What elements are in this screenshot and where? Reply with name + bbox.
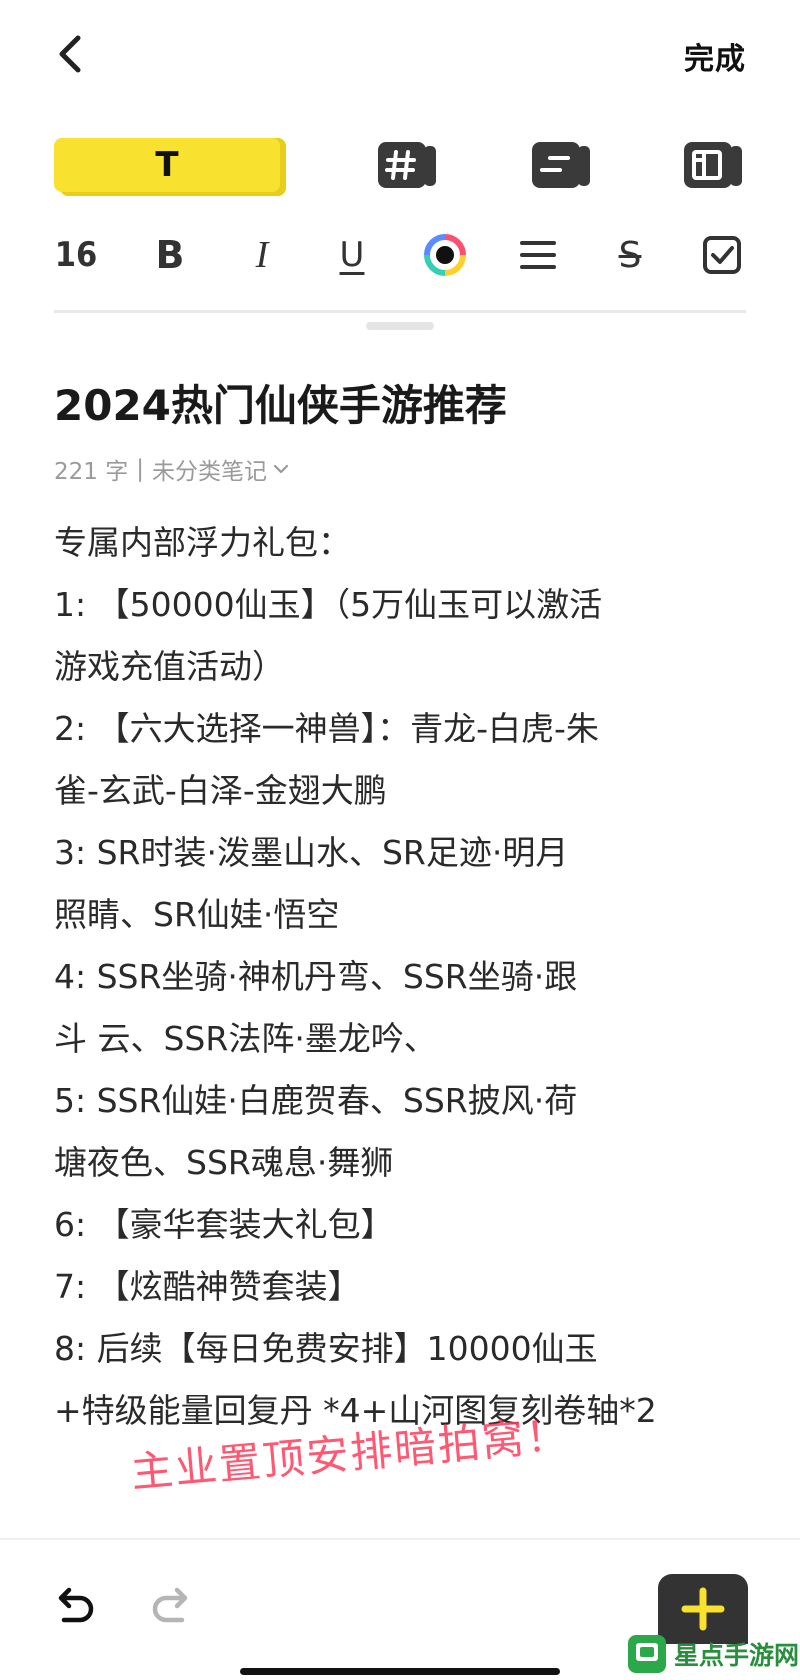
word-count: 221 字 [54,459,129,485]
redo-button[interactable] [150,1584,194,1628]
back-icon [59,35,81,73]
align-icon [520,241,556,269]
font-size-button[interactable]: 16 [52,228,100,282]
align-button[interactable] [516,228,560,282]
body-line: 塘夜色、SSR魂息·舞狮 [54,1143,394,1182]
text-style-tab[interactable]: T [54,138,280,192]
body-line: 斗 云、SSR法阵·墨龙吟、 [54,1019,437,1058]
body-line: 6: 【豪华套装大礼包】 [54,1205,394,1244]
undo-icon [58,1587,94,1623]
text-color-button[interactable] [422,228,468,282]
hashtag-tab[interactable] [376,138,438,192]
body-line: 专属内部浮力礼包： [54,523,351,562]
toolbar-divider [54,310,746,313]
layout-tab[interactable] [682,138,744,192]
color-wheel-icon [424,234,466,276]
body-line: 7: 【炫酷神赞套装】 [54,1267,361,1306]
list-style-icon [532,142,590,188]
chevron-down-icon[interactable] [273,463,289,475]
layout-icon [684,142,742,188]
body-line: 3: SR时装·泼墨山水、SR足迹·明月 [54,833,569,872]
body-line: 5: SSR仙娃·白鹿贺春、SSR披风·荷 [54,1081,578,1120]
bottom-bar-divider [0,1538,800,1540]
note-title[interactable]: 2024热门仙侠手游推荐 [54,372,507,433]
bold-button[interactable]: B [148,228,192,282]
body-line: 雀-玄武-白泽-金翅大鹏 [54,771,387,810]
body-line: 1: 【50000仙玉】（5万仙玉可以激活 [54,585,603,624]
meta-separator: | [136,456,144,482]
checkbox-icon [703,236,741,274]
watermark-text: 星点手游网 [674,1641,800,1670]
note-body[interactable]: 专属内部浮力礼包： 1: 【50000仙玉】（5万仙玉可以激活 游戏充值活动） … [54,512,754,1442]
underline-button[interactable]: U [330,228,374,282]
body-line: 照睛、SR仙娃·悟空 [54,895,340,934]
body-line: 2: 【六大选择一神兽】：青龙-白虎-朱 [54,709,599,748]
done-button[interactable]: 完成 [684,34,746,78]
watermark-logo-icon [628,1635,666,1673]
note-meta: 221 字 | 未分类笔记 [54,452,289,486]
watermark: 星点手游网 [628,1632,799,1676]
checklist-button[interactable] [700,228,744,282]
undo-button[interactable] [52,1584,96,1628]
list-style-tab[interactable] [530,138,592,192]
drag-handle[interactable] [366,322,434,330]
body-line: 8: 后续【每日免费安排】10000仙玉 [54,1329,598,1368]
body-line: 4: SSR坐骑·神机丹弯、SSR坐骑·跟 [54,957,578,996]
home-indicator[interactable] [240,1668,560,1675]
redo-icon [152,1587,188,1623]
italic-button[interactable]: I [240,228,284,282]
back-button[interactable] [52,32,92,76]
body-line: 游戏充值活动） [54,647,285,686]
strikethrough-button[interactable]: S [606,228,654,282]
plus-icon [681,1587,725,1631]
hashtag-icon [378,142,436,188]
category-dropdown[interactable]: 未分类笔记 [152,452,267,486]
